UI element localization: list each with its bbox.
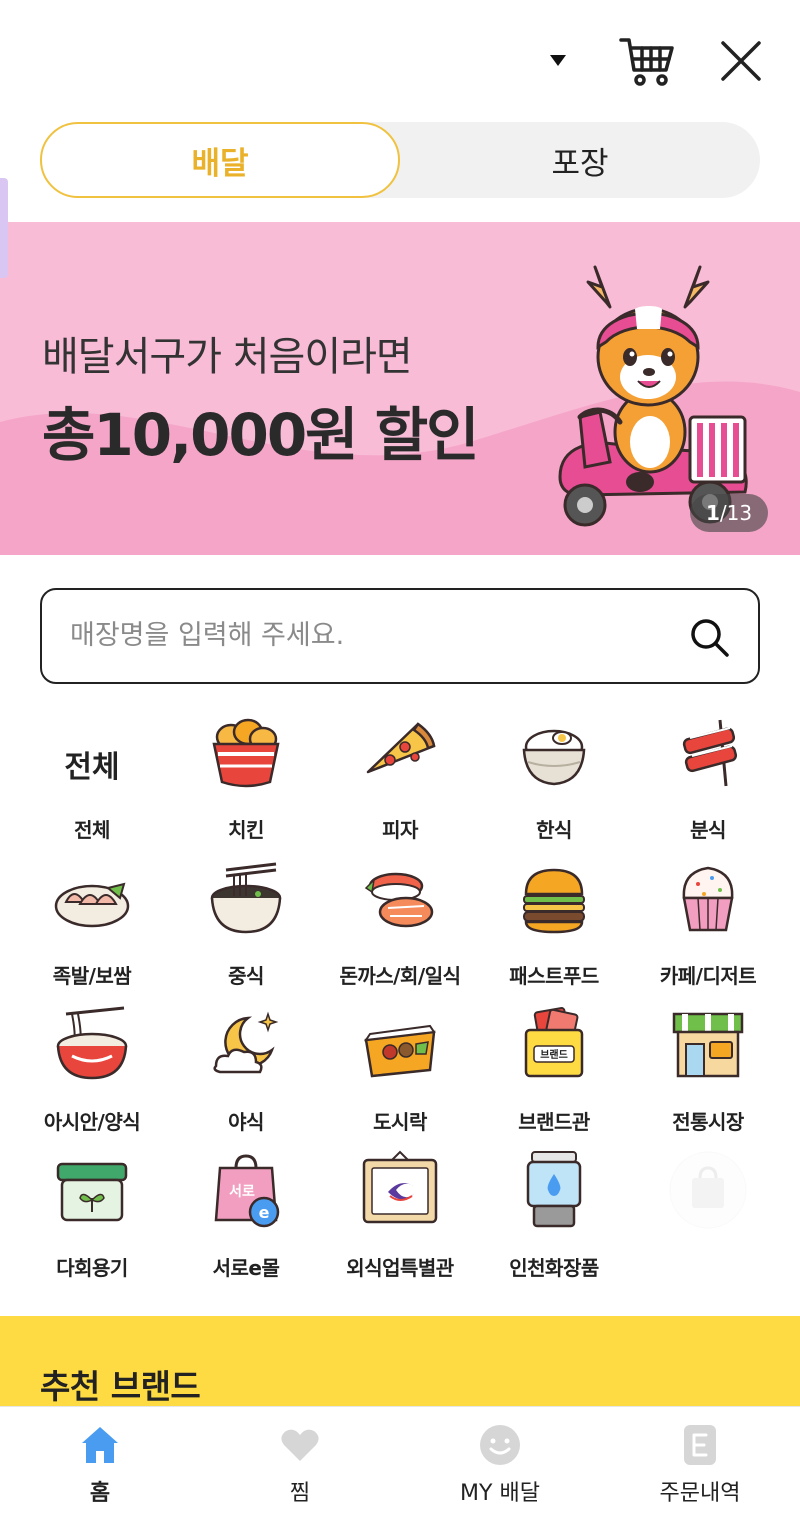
home-icon bbox=[82, 1427, 118, 1463]
bottom-navigation: 홈 찜 MY 배달 주문내역 bbox=[0, 1406, 800, 1513]
bag-text: 서로 bbox=[229, 1184, 255, 1200]
framed-logo-icon bbox=[362, 1150, 438, 1224]
category-lunchbox[interactable]: 도시락 bbox=[323, 1004, 477, 1144]
cart-icon[interactable] bbox=[618, 34, 676, 90]
category-incheon-cosmetics[interactable]: 인천화장품 bbox=[477, 1150, 631, 1290]
promo-banner[interactable]: 배달서구가 처음이라면 총10,000원 할인 1 /13 bbox=[0, 222, 800, 555]
category-label: 족발/보쌈 bbox=[52, 964, 132, 988]
category-asian[interactable]: 아시안/양식 bbox=[15, 1004, 169, 1144]
category-label: 서로e몰 bbox=[212, 1256, 280, 1280]
delivery-home-screen: 배달 포장 배달서구가 처음이라면 총10,000원 할인 1 /13 매장명을… bbox=[0, 0, 800, 1513]
delivery-pickup-toggle: 배달 포장 bbox=[40, 122, 760, 198]
category-chinese[interactable]: 중식 bbox=[169, 858, 323, 998]
burger-icon bbox=[523, 868, 585, 934]
noodle-bowl-icon bbox=[210, 862, 282, 934]
nav-order-history[interactable]: 주문내역 bbox=[600, 1407, 800, 1513]
nav-label: 찜 bbox=[289, 1481, 311, 1506]
category-korean[interactable]: 한식 bbox=[477, 712, 631, 852]
brand-bag-icon: 브랜드 bbox=[524, 1007, 584, 1078]
category-latenight[interactable]: 야식 bbox=[169, 1004, 323, 1144]
placeholder-bag-icon bbox=[669, 1151, 747, 1229]
lunchbox-icon bbox=[363, 1024, 436, 1078]
category-pizza[interactable]: 피자 bbox=[323, 712, 477, 852]
category-reusable[interactable]: 다회용기 bbox=[15, 1150, 169, 1290]
banner-headline: 배달서구가 처음이라면 bbox=[42, 334, 413, 380]
pasta-bowl-icon bbox=[56, 1006, 128, 1080]
all-text-icon: 전체 bbox=[64, 750, 120, 785]
close-icon[interactable] bbox=[716, 38, 766, 84]
category-label: 한식 bbox=[536, 818, 572, 842]
category-label: 다회용기 bbox=[56, 1256, 128, 1280]
nav-home[interactable]: 홈 bbox=[0, 1407, 200, 1513]
category-all[interactable]: 전체 전체 bbox=[15, 712, 169, 852]
category-placeholder bbox=[631, 1150, 785, 1290]
category-label: 전통시장 bbox=[672, 1110, 744, 1134]
chicken-icon bbox=[212, 718, 280, 788]
shopping-bag-icon: 서로 e bbox=[214, 1154, 280, 1228]
category-cafe[interactable]: 카페/디저트 bbox=[631, 858, 785, 998]
category-label: 분식 bbox=[690, 818, 726, 842]
category-pork[interactable]: 족발/보쌈 bbox=[15, 858, 169, 998]
cosmetics-bottle-icon bbox=[526, 1151, 582, 1228]
category-label: 카페/디저트 bbox=[659, 964, 757, 988]
receipt-icon bbox=[684, 1425, 716, 1465]
recommended-brands-section: 추천 브랜드 bbox=[0, 1316, 800, 1416]
nav-my-delivery[interactable]: MY 배달 bbox=[400, 1407, 600, 1513]
nav-label: 주문내역 bbox=[659, 1481, 741, 1506]
search-icon[interactable] bbox=[688, 616, 732, 660]
nav-favorites[interactable]: 찜 bbox=[200, 1407, 400, 1513]
rice-bowl-icon bbox=[522, 729, 586, 786]
category-market[interactable]: 전통시장 bbox=[631, 1004, 785, 1144]
sushi-icon bbox=[364, 872, 434, 928]
cupcake-icon bbox=[682, 866, 734, 932]
svg-text:e: e bbox=[259, 1203, 270, 1222]
category-label: 도시락 bbox=[373, 1110, 427, 1134]
banner-page-indicator: 1/13 bbox=[690, 494, 768, 532]
heart-icon bbox=[281, 1429, 319, 1461]
brand-box-text: 브랜드 bbox=[540, 1048, 568, 1061]
category-label: 아시안/양식 bbox=[43, 1110, 141, 1134]
category-label: 중식 bbox=[228, 964, 264, 988]
pork-platter-icon bbox=[54, 882, 130, 928]
recommended-brands-title: 추천 브랜드 bbox=[40, 1367, 201, 1406]
deer-scooter-mascot-icon bbox=[558, 265, 748, 527]
market-stall-icon bbox=[672, 1012, 744, 1078]
pickup-tab[interactable]: 포장 bbox=[400, 122, 760, 198]
top-bar bbox=[0, 0, 800, 120]
category-label: 돈까스/회/일식 bbox=[339, 964, 461, 988]
category-label: 피자 bbox=[382, 818, 418, 842]
category-label: 전체 bbox=[74, 818, 110, 842]
store-search-input[interactable] bbox=[70, 590, 670, 681]
category-japanese[interactable]: 돈까스/회/일식 bbox=[323, 858, 477, 998]
category-label: 야식 bbox=[228, 1110, 264, 1134]
store-search-box bbox=[40, 588, 760, 684]
category-seoro-mall[interactable]: 서로 e 서로e몰 bbox=[169, 1150, 323, 1290]
banner-discount-text: 총10,000원 할인 bbox=[42, 401, 479, 469]
nav-label: MY 배달 bbox=[460, 1481, 540, 1506]
pizza-icon bbox=[366, 722, 436, 774]
category-fastfood[interactable]: 패스트푸드 bbox=[477, 858, 631, 998]
category-chicken[interactable]: 치킨 bbox=[169, 712, 323, 852]
side-peek-tab bbox=[0, 178, 8, 278]
smiley-icon bbox=[480, 1425, 520, 1465]
category-snack[interactable]: 분식 bbox=[631, 712, 785, 852]
category-label: 패스트푸드 bbox=[509, 964, 599, 988]
skewer-icon bbox=[682, 719, 738, 787]
category-label: 브랜드관 bbox=[518, 1110, 590, 1134]
nav-label: 홈 bbox=[89, 1481, 111, 1506]
category-label: 인천화장품 bbox=[509, 1256, 599, 1280]
delivery-tab[interactable]: 배달 bbox=[40, 122, 400, 198]
caret-down-icon[interactable] bbox=[548, 52, 568, 68]
category-dining-special[interactable]: 외식업특별관 bbox=[323, 1150, 477, 1290]
moon-icon bbox=[213, 1011, 279, 1074]
category-brand[interactable]: 브랜드 브랜드관 bbox=[477, 1004, 631, 1144]
reusable-container-icon bbox=[56, 1162, 128, 1222]
category-label: 치킨 bbox=[228, 818, 264, 842]
category-label: 외식업특별관 bbox=[346, 1256, 454, 1280]
